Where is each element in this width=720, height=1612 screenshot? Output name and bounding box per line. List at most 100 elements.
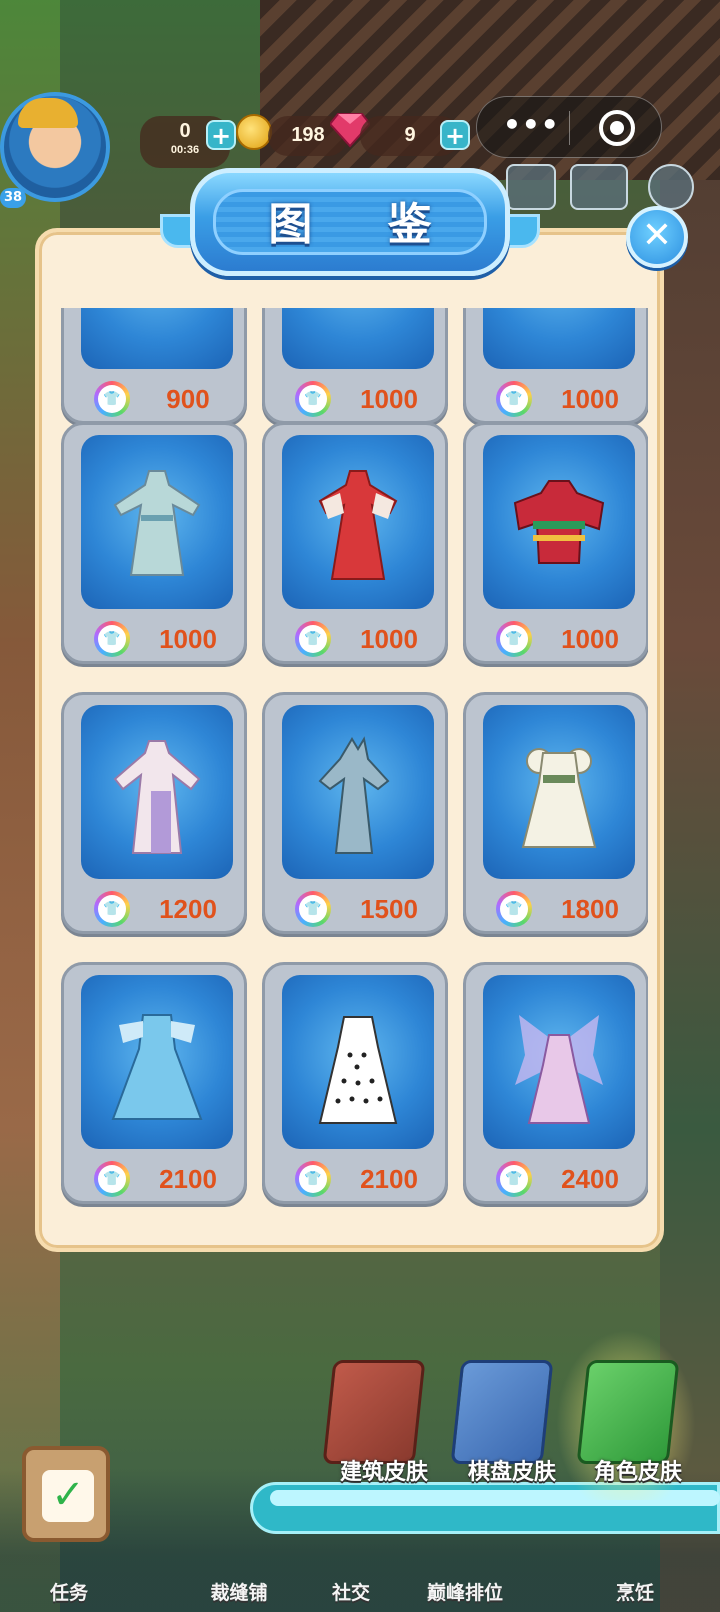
price-value: 1800: [561, 894, 619, 924]
outfit-image: [483, 705, 635, 879]
outfit-card[interactable]: 👕 1000: [463, 422, 648, 664]
outfit-card[interactable]: 👕 1800: [463, 692, 648, 934]
outfit-card[interactable]: 👕 1000: [61, 422, 247, 664]
price-value: 1500: [360, 894, 418, 924]
tshirt-currency-icon: 👕: [295, 621, 331, 657]
tshirt-currency-icon: 👕: [94, 891, 130, 927]
gear-icon[interactable]: [648, 164, 694, 210]
outfit-image: [282, 308, 434, 369]
tab-label: 建筑皮肤: [339, 1460, 428, 1485]
outfit-image: [483, 308, 635, 369]
tshirt-currency-icon: 👕: [295, 891, 331, 927]
outfit-image: [81, 705, 233, 879]
white-puff-dress-icon: [521, 748, 597, 848]
price-row: 👕 1500: [265, 889, 445, 927]
tshirt-currency-icon: 👕: [496, 381, 532, 417]
lavender-dress-icon: [113, 740, 201, 854]
price-value: 2100: [360, 1164, 418, 1194]
nav-item-cooking[interactable]: 烹饪: [590, 1578, 680, 1605]
fantasy-gown-icon: [318, 736, 390, 854]
task-clipboard-icon[interactable]: ✓: [22, 1446, 110, 1542]
hanfu-dress-icon: [113, 470, 201, 576]
outfit-image: [483, 975, 635, 1149]
check-icon: ✓: [42, 1470, 94, 1522]
nav-item-task[interactable]: 任务: [24, 1578, 114, 1605]
price-value: 1000: [159, 624, 217, 654]
close-icon: ✕: [641, 215, 673, 256]
price-row: 👕 1000: [265, 379, 445, 417]
price-value: 2400: [561, 1164, 619, 1194]
target-icon[interactable]: [599, 110, 635, 146]
modal-title: 图 鉴: [268, 199, 462, 250]
ethnic-outfit-icon: [513, 480, 605, 564]
price-row: 👕 2100: [265, 1159, 445, 1197]
outfit-image: [282, 705, 434, 879]
tab-label: 角色皮肤: [593, 1460, 682, 1485]
close-button[interactable]: ✕: [626, 206, 688, 268]
outfit-card[interactable]: 👕 1200: [61, 692, 247, 934]
price-value: 1000: [360, 624, 418, 654]
tshirt-currency-icon: 👕: [496, 1161, 532, 1197]
tshirt-currency-icon: 👕: [496, 621, 532, 657]
collection-grid-viewport[interactable]: 👕 900 👕 1000 👕 1000 👕 1000 👕 1000 👕 1000…: [58, 308, 648, 1220]
tab-building-skin[interactable]: 建筑皮肤: [316, 1360, 442, 1500]
tab-character-skin[interactable]: 角色皮肤: [570, 1360, 696, 1500]
price-row: 👕 1000: [466, 379, 646, 417]
price-value: 900: [166, 384, 210, 414]
level-badge: 38: [0, 188, 26, 208]
outfit-image: [81, 975, 233, 1149]
tab-label: 棋盘皮肤: [467, 1460, 556, 1485]
character-book-icon: [576, 1360, 680, 1464]
price-row: 👕 1000: [466, 619, 646, 657]
price-row: 👕 2400: [466, 1159, 646, 1197]
more-dots-icon[interactable]: •••: [503, 111, 559, 139]
red-qipao-icon: [318, 470, 398, 580]
tshirt-currency-icon: 👕: [94, 1161, 130, 1197]
outfit-image: [483, 435, 635, 609]
modal-header: 图 鉴: [160, 168, 540, 278]
nav-item-ranking[interactable]: 巅峰排位: [420, 1578, 510, 1605]
board-book-icon: [450, 1360, 554, 1464]
blue-ballgown-icon: [111, 1014, 203, 1120]
price-row: 👕 1800: [466, 889, 646, 927]
capsule-divider: [569, 111, 570, 145]
building-book-icon: [322, 1360, 426, 1464]
outfit-image: [81, 308, 233, 369]
outfit-card[interactable]: 👕 900: [61, 308, 247, 424]
price-row: 👕 2100: [64, 1159, 244, 1197]
outfit-card[interactable]: 👕 1000: [262, 308, 448, 424]
tshirt-currency-icon: 👕: [295, 1161, 331, 1197]
price-value: 1000: [561, 384, 619, 414]
outfit-image: [282, 435, 434, 609]
tshirt-currency-icon: 👕: [295, 381, 331, 417]
outfit-image: [81, 435, 233, 609]
price-row: 👕 900: [64, 379, 244, 417]
add-gems-button[interactable]: +: [440, 120, 470, 150]
outfit-card[interactable]: 👕 1500: [262, 692, 448, 934]
outfit-image: [282, 975, 434, 1149]
tshirt-currency-icon: 👕: [496, 891, 532, 927]
nav-item-social[interactable]: 社交: [306, 1578, 396, 1605]
outfit-card[interactable]: 👕 1000: [463, 308, 648, 424]
coin-icon: [236, 114, 272, 150]
outfit-card[interactable]: 👕 2100: [262, 962, 448, 1204]
price-row: 👕 1000: [64, 619, 244, 657]
miniprogram-capsule: •••: [476, 96, 662, 158]
header-plate: 图 鉴: [190, 168, 510, 276]
price-row: 👕 1000: [265, 619, 445, 657]
mail-icon[interactable]: [570, 164, 628, 210]
price-value: 1000: [561, 624, 619, 654]
header-inner: 图 鉴: [213, 189, 487, 255]
outfit-card[interactable]: 👕 2400: [463, 962, 648, 1204]
tshirt-currency-icon: 👕: [94, 621, 130, 657]
price-row: 👕 1200: [64, 889, 244, 927]
tshirt-currency-icon: 👕: [94, 381, 130, 417]
outfit-card[interactable]: 👕 1000: [262, 422, 448, 664]
nav-item-tailor[interactable]: 裁缝铺: [194, 1578, 284, 1605]
add-energy-button[interactable]: +: [206, 120, 236, 150]
outfit-card[interactable]: 👕 2100: [61, 962, 247, 1204]
price-value: 1000: [360, 384, 418, 414]
price-value: 1200: [159, 894, 217, 924]
fairy-wing-dress-icon: [515, 1015, 603, 1124]
tab-board-skin[interactable]: 棋盘皮肤: [444, 1360, 570, 1500]
